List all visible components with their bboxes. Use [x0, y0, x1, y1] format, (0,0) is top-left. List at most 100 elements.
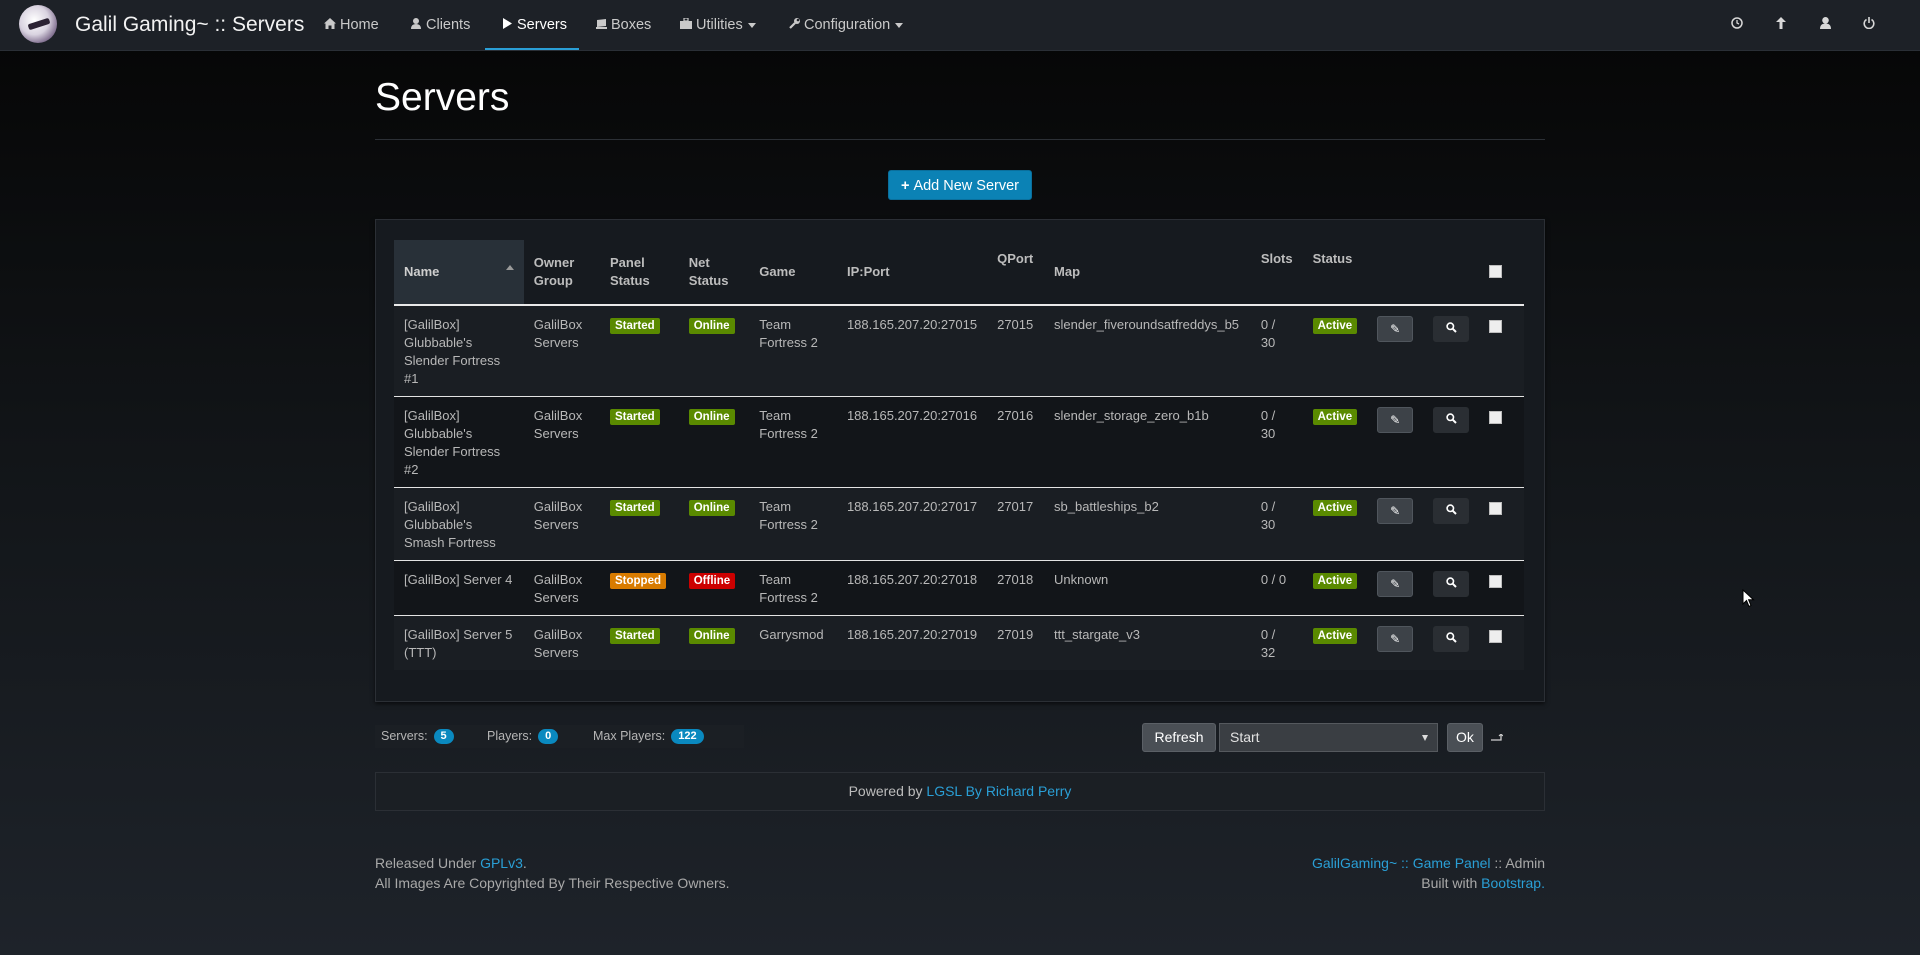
map-name: slender_fiveroundsatfreddys_b5 — [1044, 305, 1251, 397]
table-row[interactable]: [GalilBox] Glubbable's Slender Fortress … — [394, 305, 1524, 397]
lgsl-link[interactable]: LGSL By Richard Perry — [926, 783, 1071, 799]
brand-title[interactable]: Galil Gaming~ :: Servers — [75, 13, 304, 37]
search-icon — [1445, 504, 1457, 518]
column-header-name[interactable]: Name — [394, 240, 524, 306]
logo-icon[interactable] — [19, 5, 57, 43]
upload-icon[interactable] — [1771, 14, 1791, 34]
panel-status-badge: Stopped — [610, 573, 666, 589]
edit-icon: ✎ — [1390, 322, 1401, 336]
select-all-checkbox[interactable] — [1489, 265, 1503, 278]
column-header-slots[interactable]: Slots — [1250, 240, 1303, 306]
row-select-checkbox[interactable] — [1489, 411, 1503, 424]
map-name: slender_storage_zero_b1b — [1044, 396, 1251, 488]
wrench-icon — [787, 1, 801, 51]
qport: 27019 — [987, 615, 1045, 670]
nav-servers-label: Servers — [517, 17, 567, 33]
game-name: Garrysmod — [749, 615, 837, 670]
servers-table: Name Owner Group Panel Status Net Status… — [394, 240, 1524, 670]
footer-left: Released Under GPLv3. All Images Are Cop… — [375, 855, 730, 891]
game-name: Team Fortress 2 — [749, 305, 837, 397]
column-header-game[interactable]: Game — [749, 240, 837, 306]
nav-utilities[interactable]: Utilities — [679, 0, 756, 50]
panel-status-badge: Started — [610, 409, 660, 425]
server-name[interactable]: [GalilBox] Glubbable's Slender Fortress … — [394, 305, 524, 397]
server-name[interactable]: [GalilBox] Glubbable's Smash Fortress — [394, 487, 524, 561]
row-select-checkbox[interactable] — [1489, 630, 1503, 643]
edit-icon: ✎ — [1390, 413, 1401, 427]
qport: 27018 — [987, 560, 1045, 616]
table-row[interactable]: [GalilBox] Server 4 GalilBox Servers Sto… — [394, 560, 1524, 616]
add-new-server-label: Add New Server — [913, 178, 1020, 194]
row-select-checkbox[interactable] — [1489, 575, 1503, 588]
nav-clients[interactable]: Clients — [409, 0, 470, 50]
column-header-view — [1423, 240, 1480, 306]
chevron-down-icon — [747, 22, 756, 28]
column-header-ip-port[interactable]: IP:Port — [836, 240, 988, 306]
net-status-badge: Online — [688, 500, 735, 516]
server-name[interactable]: [GalilBox] Server 5 (TTT) — [394, 615, 524, 670]
edit-server-button[interactable]: ✎ — [1377, 316, 1414, 342]
game-name: Team Fortress 2 — [749, 560, 837, 616]
divider — [375, 139, 1545, 140]
owner-group: GalilBox Servers — [523, 560, 600, 616]
nav-configuration-label: Configuration — [804, 17, 891, 33]
bootstrap-link[interactable]: Bootstrap. — [1481, 875, 1545, 891]
add-new-server-button[interactable]: + Add New Server — [888, 170, 1032, 200]
edit-server-button[interactable]: ✎ — [1377, 498, 1414, 524]
ok-button[interactable]: Ok — [1447, 723, 1483, 752]
edit-server-button[interactable]: ✎ — [1377, 407, 1414, 433]
view-server-button[interactable] — [1433, 571, 1470, 597]
table-row[interactable]: [GalilBox] Glubbable's Slender Fortress … — [394, 396, 1524, 488]
qport: 27017 — [987, 487, 1045, 561]
view-server-button[interactable] — [1433, 316, 1470, 342]
server-name[interactable]: [GalilBox] Glubbable's Slender Fortress … — [394, 396, 524, 488]
players-stat: Players: 0 — [487, 725, 559, 748]
edit-server-button[interactable]: ✎ — [1377, 571, 1414, 597]
nav-clients-label: Clients — [426, 17, 471, 33]
power-icon[interactable] — [1859, 14, 1879, 34]
slots: 0 / 32 — [1250, 615, 1303, 670]
status-badge: Active — [1312, 573, 1358, 589]
plus-icon: + — [900, 178, 910, 194]
column-header-panel-status[interactable]: Panel Status — [600, 240, 679, 306]
home-icon — [323, 1, 337, 51]
edit-server-button[interactable]: ✎ — [1377, 626, 1414, 652]
clock-icon[interactable] — [1727, 14, 1747, 34]
row-select-checkbox[interactable] — [1489, 502, 1503, 515]
view-server-button[interactable] — [1433, 498, 1470, 524]
row-select-checkbox[interactable] — [1489, 320, 1503, 333]
nav-servers[interactable]: Servers — [500, 0, 567, 50]
column-header-map[interactable]: Map — [1044, 240, 1251, 306]
owner-group: GalilBox Servers — [523, 396, 600, 488]
game-name: Team Fortress 2 — [749, 396, 837, 488]
user-icon[interactable] — [1815, 14, 1835, 34]
qport: 27015 — [987, 305, 1045, 397]
nav-home-label: Home — [340, 17, 379, 33]
nav-configuration[interactable]: Configuration — [787, 0, 904, 51]
nav-home[interactable]: Home — [323, 0, 379, 50]
column-header-net-status[interactable]: Net Status — [678, 240, 750, 306]
license-link[interactable]: GPLv3 — [480, 855, 523, 871]
ip-port: 188.165.207.20:27016 — [836, 396, 988, 488]
table-row[interactable]: [GalilBox] Server 5 (TTT) GalilBox Serve… — [394, 615, 1524, 670]
table-row[interactable]: [GalilBox] Glubbable's Smash Fortress Ga… — [394, 487, 1524, 561]
server-name[interactable]: [GalilBox] Server 4 — [394, 560, 524, 616]
ip-port: 188.165.207.20:27017 — [836, 487, 988, 561]
slots: 0 / 30 — [1250, 487, 1303, 561]
column-header-owner-group[interactable]: Owner Group — [523, 240, 600, 306]
game-panel-link[interactable]: GalilGaming~ :: Game Panel — [1312, 855, 1491, 871]
nav-boxes[interactable]: Boxes — [594, 0, 651, 50]
search-icon — [1445, 413, 1457, 427]
panel-status-badge: Started — [610, 628, 660, 644]
net-status-badge: Online — [688, 409, 735, 425]
column-header-qport[interactable]: QPort — [987, 240, 1045, 306]
bulk-action-selected-value: Start — [1230, 729, 1260, 745]
column-header-status[interactable]: Status — [1302, 240, 1368, 306]
owner-group: GalilBox Servers — [523, 487, 600, 561]
view-server-button[interactable] — [1433, 626, 1470, 652]
bulk-action-select[interactable]: Start — [1219, 723, 1438, 752]
view-server-button[interactable] — [1433, 407, 1470, 433]
server-stats-bar: Servers: 5 Players: 0 Max Players: 122 — [375, 725, 744, 748]
servers-count-badge: 5 — [433, 729, 454, 745]
refresh-button[interactable]: Refresh — [1142, 723, 1216, 752]
